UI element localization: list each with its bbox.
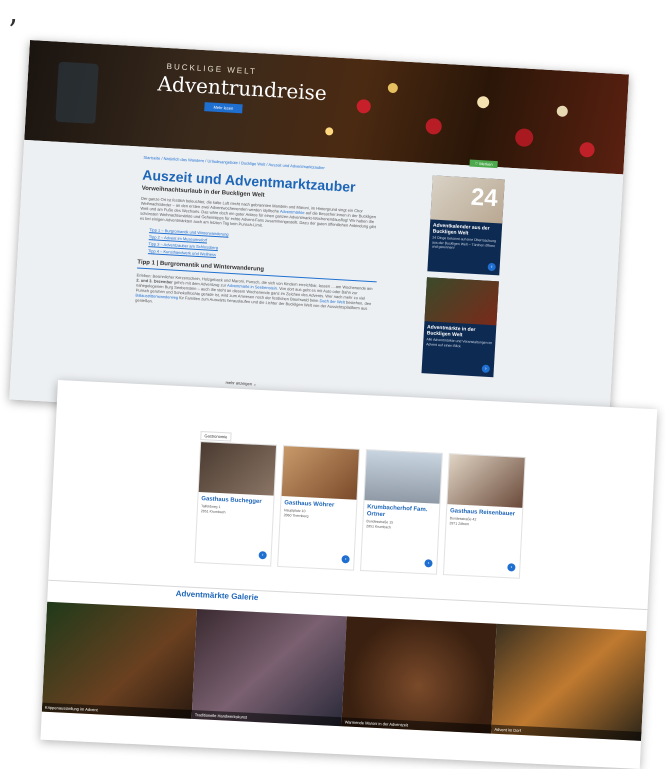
- gastro-image: [447, 454, 525, 508]
- gastronomy-label: Gastronomie: [200, 431, 232, 442]
- sidebar-card-adventmaerkte[interactable]: Adventmärkte in der Buckligen Welt Alle …: [421, 277, 499, 378]
- gallery-title: Adventmärkte Galerie: [175, 589, 259, 603]
- gastro-image: [198, 442, 277, 496]
- card-desc: 24 Dinge bekannt auf eine Überraschung a…: [431, 235, 497, 250]
- sidebar-card-adventkalender[interactable]: 24 Adventkalender aus der Buckligen Welt…: [427, 175, 505, 276]
- hero-read-more-button[interactable]: Mehr lesen: [204, 102, 243, 114]
- bookmark-icon: ♡: [474, 160, 479, 167]
- gallery-caption: Krippenausstellung im Advent: [41, 702, 193, 719]
- page-screenshot-top: BUCKLIGE WELT Adventrundreise Mehr lesen…: [9, 40, 630, 434]
- show-more-button[interactable]: mehr anzeigen ⌄: [225, 380, 256, 387]
- hero-title: Adventrundreise: [157, 71, 328, 106]
- gallery-item[interactable]: Warmende Maroni in der Adventzeit: [341, 616, 497, 734]
- gastro-card[interactable]: Krumbacherhof Fam. Ortner Bundesstraße 1…: [360, 449, 443, 575]
- day-number: 24: [470, 183, 499, 213]
- article: Auszeit und Adventmarktzauber Vorweihnac…: [135, 167, 383, 322]
- gallery-item[interactable]: Advent im Dorf: [491, 623, 647, 741]
- card-image: [424, 277, 499, 326]
- gallery-caption: Warmende Maroni in der Adventzeit: [341, 717, 492, 734]
- gallery: Krippenausstellung im Advent Traditionel…: [41, 601, 647, 741]
- gastro-card[interactable]: Gasthaus Buchegger Talfeldweg 1 2851 Kru…: [194, 441, 278, 567]
- arrow-right-icon[interactable]: ›: [487, 262, 496, 272]
- gallery-caption: Advent im Dorf: [491, 724, 642, 741]
- gastro-image: [364, 450, 442, 504]
- arrow-right-icon[interactable]: ›: [341, 555, 350, 564]
- arrow-right-icon[interactable]: ›: [481, 364, 491, 374]
- gallery-caption: Traditionelle Handwerkskunst: [191, 709, 342, 727]
- page-screenshot-bottom: Gastronomie Gasthaus Buchegger Talfeldwe…: [40, 380, 658, 769]
- arrow-right-icon[interactable]: ›: [258, 551, 267, 560]
- quote-mark: ’: [8, 14, 18, 49]
- arrow-right-icon[interactable]: ›: [424, 559, 433, 568]
- gastro-card[interactable]: Gasthaus Wöhrer Hauptplatz 10 2860 Thern…: [277, 445, 360, 571]
- card-image: 24: [430, 175, 505, 224]
- arrow-right-icon[interactable]: ›: [507, 563, 516, 572]
- gastro-image: [281, 446, 359, 500]
- chevron-down-icon: ⌄: [253, 381, 257, 387]
- gastro-card[interactable]: Gasthaus Reisenbauer Bundesstraße 42 287…: [442, 453, 526, 579]
- gallery-item[interactable]: Krippenausstellung im Advent: [41, 601, 197, 719]
- gallery-item[interactable]: Traditionelle Handwerkskunst: [191, 609, 347, 727]
